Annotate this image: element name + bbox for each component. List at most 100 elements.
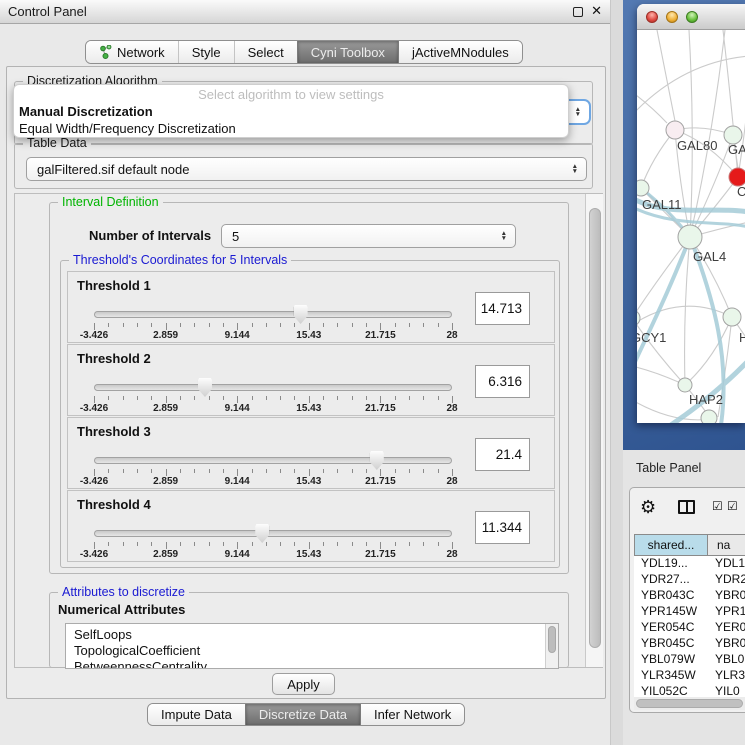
tab-impute-data[interactable]: Impute Data — [148, 704, 245, 725]
list-item-topologicalcoefficient[interactable]: TopologicalCoefficient — [66, 643, 558, 659]
threshold-value-field[interactable]: 11.344 — [475, 511, 530, 544]
network-node-gcy1[interactable] — [637, 310, 640, 326]
attributes-group-label: Attributes to discretize — [58, 585, 189, 599]
slider-handle[interactable] — [255, 524, 269, 543]
tab-label: Impute Data — [161, 707, 232, 722]
table-data-group: Table Data galFiltered.sif default node … — [14, 143, 593, 189]
slider-tick — [380, 469, 381, 476]
threshold-value-field[interactable]: 14.713 — [475, 292, 530, 325]
columns-icon[interactable] — [678, 500, 695, 514]
list-item-betweennesscentrality[interactable]: BetweennessCentrality — [66, 659, 558, 669]
table-row[interactable]: YDL19...YDL1 — [634, 556, 745, 572]
table-row[interactable]: YER054CYER0 — [634, 620, 745, 636]
threshold-value-field[interactable]: 6.316 — [475, 365, 530, 398]
gear-icon[interactable]: ⚙ — [640, 497, 656, 518]
table-row[interactable]: YBL079WYBL0 — [634, 652, 745, 668]
slider-track[interactable] — [94, 384, 452, 391]
slider-track[interactable] — [94, 311, 452, 318]
slider-tick — [309, 396, 310, 403]
cell-name: YER0 — [708, 620, 745, 636]
algorithm-option-manual-discretization[interactable]: Manual Discretization — [14, 103, 568, 120]
algorithm-option-equal-width-frequency-discretization[interactable]: Equal Width/Frequency Discretization — [14, 120, 568, 137]
tab-label: Infer Network — [374, 707, 451, 722]
column-header-name[interactable]: na — [708, 534, 745, 556]
slider-tick — [309, 469, 310, 476]
settings-scrollbar[interactable] — [585, 194, 603, 667]
checkbox-icon[interactable]: ☑ — [727, 499, 738, 513]
slider-handle[interactable] — [198, 378, 212, 397]
network-node-gal80[interactable] — [666, 121, 684, 139]
slider-tick — [323, 396, 324, 400]
tab-label: Style — [192, 45, 221, 60]
slider-tick — [137, 323, 138, 327]
slider-tick — [380, 542, 381, 549]
scrollbar-thumb[interactable] — [548, 626, 556, 653]
slider-tick — [380, 323, 381, 330]
network-window-titlebar[interactable] — [637, 4, 745, 30]
threshold-value-field[interactable]: 21.4 — [475, 438, 530, 471]
network-node-label: C — [737, 184, 745, 199]
slider-track[interactable] — [94, 457, 452, 464]
list-item-selfloops[interactable]: SelfLoops — [66, 627, 558, 643]
network-node-gal11[interactable] — [637, 180, 649, 196]
slider-track[interactable] — [94, 530, 452, 537]
slider-tick-label: 2.859 — [141, 476, 191, 487]
table-row[interactable]: YLR345WYLR3 — [634, 668, 745, 684]
scrollbar-thumb[interactable] — [589, 208, 601, 648]
table-row[interactable]: YBR043CYBR0 — [634, 588, 745, 604]
network-window[interactable]: GAL80GACGAL11GAL4GCY1HHAP2 — [637, 4, 745, 423]
tab-cyni-toolbox[interactable]: Cyni Toolbox — [297, 41, 398, 63]
slider-tick — [194, 396, 195, 400]
slider-tick — [323, 542, 324, 546]
network-node-hap2[interactable] — [678, 378, 692, 392]
threshold-label: Threshold 2 — [77, 351, 151, 366]
table-row[interactable]: YPR145WYPR1 — [634, 604, 745, 620]
slider-tick-label: 2.859 — [141, 403, 191, 414]
checkbox-icon[interactable]: ☑ — [712, 499, 723, 513]
panel-divider[interactable] — [610, 0, 623, 745]
threshold-2-block: Threshold 2-3.4262.8599.14415.4321.71528… — [67, 344, 555, 416]
network-node-partial[interactable] — [701, 410, 717, 423]
app-root: Control Panel ✕ NetworkStyleSelectCyni T… — [0, 0, 745, 745]
table-hscrollbar[interactable] — [634, 697, 745, 710]
close-panel-icon[interactable]: ✕ — [591, 3, 602, 19]
scrollbar-thumb[interactable] — [636, 699, 743, 708]
slider-tick-label: 28 — [427, 403, 477, 414]
zoom-traffic-light-icon[interactable] — [686, 11, 698, 23]
slider-tick — [151, 469, 152, 473]
slider-tick-label: 21.715 — [355, 549, 405, 560]
slider-tick — [209, 323, 210, 327]
cell-name: YBR0 — [708, 636, 745, 652]
tab-infer-network[interactable]: Infer Network — [360, 704, 464, 725]
tab-select[interactable]: Select — [234, 41, 297, 63]
cell-name: YDL1 — [708, 556, 745, 572]
attributes-list-scrollbar[interactable] — [545, 624, 558, 668]
close-traffic-light-icon[interactable] — [646, 11, 658, 23]
column-header-shared-name[interactable]: shared... — [634, 534, 708, 556]
tab-style[interactable]: Style — [178, 41, 234, 63]
slider-handle[interactable] — [370, 451, 384, 470]
slider-handle[interactable] — [294, 305, 308, 324]
table-data-combo[interactable]: galFiltered.sif default node ▲▼ — [26, 157, 587, 181]
network-canvas[interactable]: GAL80GACGAL11GAL4GCY1HHAP2 — [637, 30, 745, 423]
number-of-intervals-combo[interactable]: 5 ▲▼ — [221, 224, 516, 248]
float-panel-icon[interactable] — [573, 7, 583, 17]
slider-tick — [180, 323, 181, 327]
tab-label: Network — [117, 45, 165, 60]
tab-network[interactable]: Network — [86, 41, 178, 63]
slider-tick — [294, 323, 295, 327]
apply-button[interactable]: Apply — [272, 673, 335, 695]
tab-jactivemnodules[interactable]: jActiveMNodules — [398, 41, 522, 63]
network-node-h[interactable] — [723, 308, 741, 326]
tab-discretize-data[interactable]: Discretize Data — [245, 704, 360, 725]
table-row[interactable]: YBR045CYBR0 — [634, 636, 745, 652]
table-row[interactable]: YDR27...YDR2 — [634, 572, 745, 588]
minimize-traffic-light-icon[interactable] — [666, 11, 678, 23]
slider-tick — [123, 396, 124, 400]
numerical-attributes-list[interactable]: SelfLoopsTopologicalCoefficientBetweenne… — [65, 623, 559, 669]
network-node-gal4[interactable] — [678, 225, 702, 249]
slider-tick — [108, 396, 109, 400]
cell-shared-name: YDL19... — [634, 556, 708, 572]
slider-tick — [366, 396, 367, 400]
slider-tick-label: -3.426 — [69, 476, 119, 487]
